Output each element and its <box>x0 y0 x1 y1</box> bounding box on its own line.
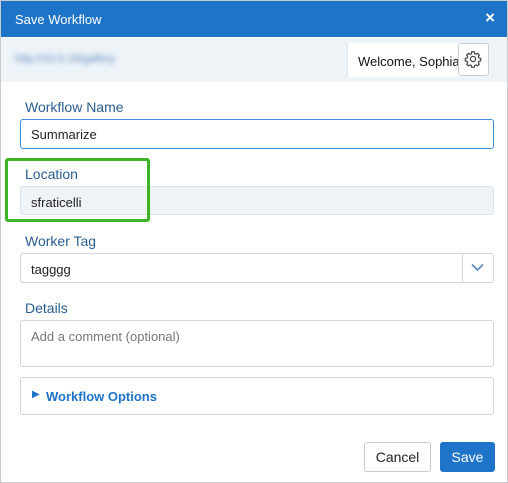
server-url: http://10.9.19/gallery <box>15 53 115 65</box>
worker-tag-label: Worker Tag <box>25 233 97 249</box>
settings-button[interactable] <box>458 43 489 76</box>
workflow-name-label: Workflow Name <box>25 99 124 115</box>
worker-tag-dropdown-button[interactable] <box>462 254 493 282</box>
details-textarea[interactable]: Add a comment (optional) <box>20 320 494 367</box>
details-label: Details <box>25 300 68 316</box>
dialog-titlebar: Save Workflow × <box>1 1 507 37</box>
save-workflow-dialog: Save Workflow × http://10.9.19/gallery W… <box>0 0 508 483</box>
gear-icon <box>464 51 482 68</box>
cancel-button[interactable]: Cancel <box>364 442 431 472</box>
welcome-text: Welcome, Sophia <box>358 54 460 69</box>
expand-triangle-icon: ▶ <box>32 389 40 400</box>
details-placeholder: Add a comment (optional) <box>31 329 180 344</box>
save-button[interactable]: Save <box>440 442 495 472</box>
location-highlight-box <box>5 158 150 222</box>
dialog-title: Save Workflow <box>15 12 102 27</box>
close-icon[interactable]: × <box>485 8 495 28</box>
workflow-options-label: Workflow Options <box>46 389 157 404</box>
worker-tag-value: tagggg <box>31 262 71 277</box>
workflow-options-expander[interactable]: ▶ Workflow Options <box>20 377 494 415</box>
chevron-down-icon <box>471 263 484 272</box>
workflow-name-value: Summarize <box>31 127 97 142</box>
welcome-box: Welcome, Sophia <box>347 43 460 77</box>
workflow-name-input[interactable]: Summarize <box>20 119 494 149</box>
worker-tag-select[interactable]: tagggg <box>20 253 494 283</box>
